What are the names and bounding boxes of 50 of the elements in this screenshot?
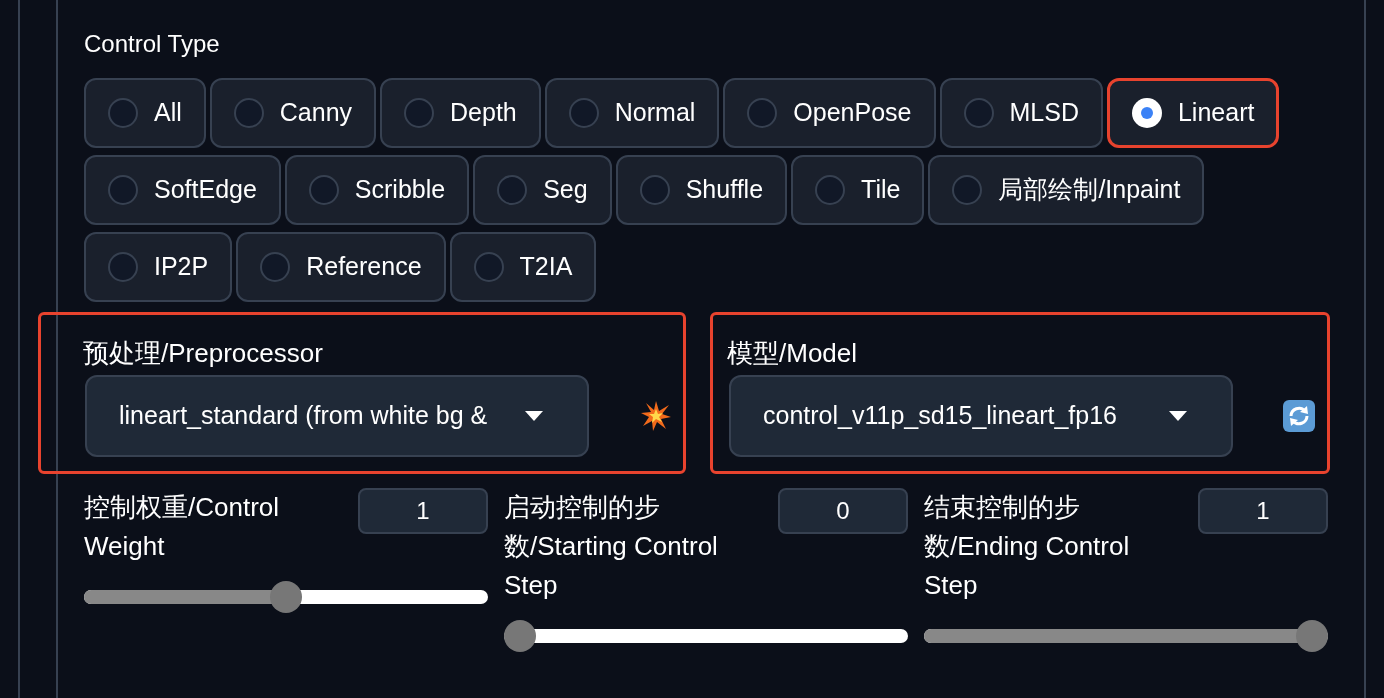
radio-option[interactable]: Seg	[473, 155, 612, 225]
radio-option[interactable]: All	[84, 78, 206, 148]
radio-option[interactable]: Scribble	[284, 155, 470, 225]
radio-option[interactable]: T2IA	[449, 232, 597, 302]
radio-option[interactable]: Tile	[791, 155, 925, 225]
slider-thumb[interactable]	[504, 620, 536, 652]
radio-icon	[568, 98, 599, 128]
radio-icon	[260, 252, 291, 282]
radio-icon	[108, 98, 138, 128]
radio-option[interactable]: 局部绘制/Inpaint	[928, 155, 1205, 225]
number-field[interactable]: 1	[358, 488, 488, 534]
explosion-icon[interactable]	[641, 401, 671, 431]
radio-option[interactable]: OpenPose	[723, 78, 936, 148]
radio-icon	[404, 98, 435, 128]
slider-label: 结束控制的步数/Ending Control Step	[924, 491, 1131, 602]
dropdown[interactable]: control_v11p_sd15_lineart_fp16	[729, 375, 1233, 457]
radio-icon	[747, 98, 778, 128]
radio-option[interactable]: MLSD	[939, 78, 1103, 148]
radio-option[interactable]: Canny	[209, 78, 377, 148]
slider-thumb[interactable]	[270, 581, 302, 613]
refresh-icon[interactable]	[1283, 400, 1315, 432]
number-field[interactable]: 0	[778, 488, 908, 534]
dropdown[interactable]: lineart_standard (from white bg &	[85, 375, 589, 457]
radio-option[interactable]: Reference	[236, 232, 446, 302]
number-field[interactable]: 1	[1198, 488, 1328, 534]
radio-icon	[108, 175, 138, 205]
section-title: Control Type	[84, 29, 221, 59]
caret-icon	[1169, 411, 1187, 421]
radio-option[interactable]: Depth	[380, 78, 541, 148]
radio-icon	[1131, 98, 1162, 128]
field-label: 预处理/Preprocessor	[83, 337, 324, 369]
radio-icon	[308, 175, 339, 205]
radio-icon	[233, 98, 264, 128]
radio-option[interactable]: SoftEdge	[84, 155, 281, 225]
radio-option[interactable]: IP2P	[84, 232, 233, 302]
radio-icon	[473, 252, 504, 282]
radio-icon	[497, 175, 528, 205]
radio-icon	[815, 175, 846, 205]
slider-label: 启动控制的步数/Starting Control Step	[504, 491, 719, 602]
radio-option[interactable]: Shuffle	[615, 155, 788, 225]
radio-icon	[639, 175, 670, 205]
radio-icon	[952, 175, 983, 205]
radio-option[interactable]: Normal	[544, 78, 720, 148]
field-label: 模型/Model	[727, 337, 859, 369]
slider-thumb[interactable]	[1296, 620, 1328, 652]
radio-icon	[108, 252, 138, 282]
caret-icon	[525, 411, 543, 421]
slider-label: 控制权重/Control Weight	[84, 491, 281, 563]
radio-icon	[963, 98, 994, 128]
radio-option[interactable]: Lineart	[1106, 78, 1280, 148]
